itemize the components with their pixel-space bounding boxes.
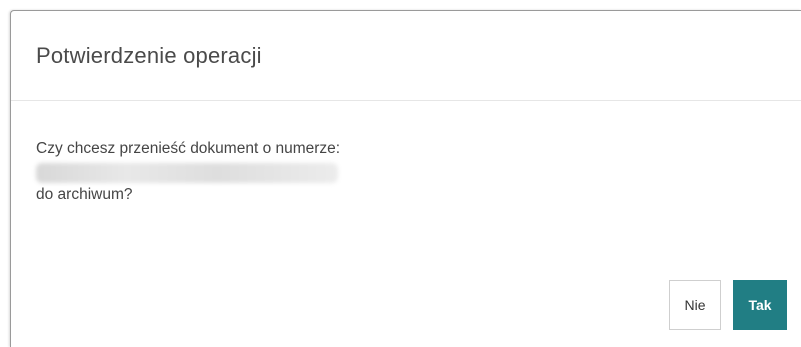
dialog-header: Potwierdzenie operacji: [11, 11, 801, 101]
screen: Potwierdzenie operacji Czy chcesz przeni…: [0, 0, 801, 347]
dialog-title: Potwierdzenie operacji: [36, 42, 262, 68]
dialog-message-destination: do archiwum?: [36, 186, 133, 203]
no-button[interactable]: Nie: [669, 280, 721, 330]
dialog-message-question: Czy chcesz przenieść dokument o numerze:: [36, 140, 341, 157]
confirmation-dialog: Potwierdzenie operacji Czy chcesz przeni…: [10, 10, 801, 347]
document-number-redacted: [36, 163, 338, 183]
dialog-footer: Nie Tak: [669, 280, 787, 330]
yes-button[interactable]: Tak: [733, 280, 787, 330]
dialog-body: Czy chcesz przenieść dokument o numerze:…: [11, 101, 801, 206]
